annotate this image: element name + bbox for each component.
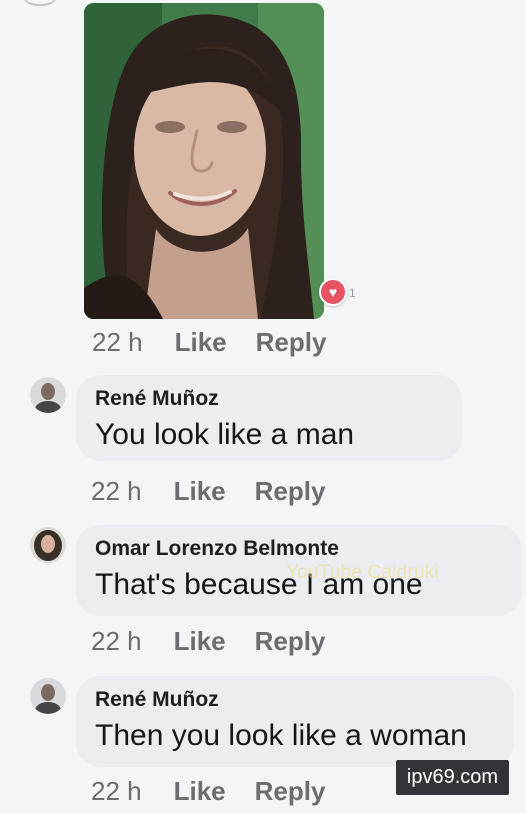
- comment-1: René Muñoz You look like a man: [30, 375, 462, 461]
- comment-2: Omar Lorenzo Belmonte That's because I a…: [30, 525, 522, 616]
- portrait-image: [84, 3, 324, 319]
- heart-icon: ♥: [319, 278, 347, 306]
- reply-button[interactable]: Reply: [256, 329, 327, 355]
- reply-button[interactable]: Reply: [255, 478, 326, 504]
- like-button[interactable]: Like: [174, 778, 226, 804]
- reaction-count: 1: [349, 286, 356, 300]
- avatar[interactable]: [30, 377, 66, 413]
- comment-2-actions: 22 h Like Reply: [91, 628, 354, 654]
- comment-photo[interactable]: [84, 3, 324, 319]
- comment-1-actions: 22 h Like Reply: [91, 478, 354, 504]
- comment-3-actions: 22 h Like Reply: [91, 778, 354, 804]
- like-button[interactable]: Like: [174, 628, 226, 654]
- photo-comment-actions: 22 h Like Reply: [92, 329, 355, 355]
- comment-text: Then you look like a woman: [95, 719, 467, 753]
- reply-button[interactable]: Reply: [255, 778, 326, 804]
- top-avatar-fragment: [18, 0, 62, 6]
- like-button[interactable]: Like: [174, 478, 226, 504]
- reply-button[interactable]: Reply: [255, 628, 326, 654]
- timestamp: 22 h: [91, 776, 142, 806]
- comment-bubble[interactable]: René Muñoz Then you look like a woman: [76, 676, 514, 767]
- timestamp: 22 h: [92, 327, 143, 357]
- youtube-watermark: YouTube Caidruki: [286, 562, 439, 583]
- avatar[interactable]: [30, 527, 66, 563]
- like-button[interactable]: Like: [175, 329, 227, 355]
- avatar[interactable]: [30, 678, 66, 714]
- comment-bubble[interactable]: René Muñoz You look like a man: [76, 375, 462, 461]
- comment-author[interactable]: René Muñoz: [95, 688, 496, 712]
- comment-3: René Muñoz Then you look like a woman: [30, 676, 514, 767]
- reaction-summary[interactable]: ♥ 1: [319, 278, 356, 306]
- timestamp: 22 h: [91, 626, 142, 656]
- comment-author[interactable]: René Muñoz: [95, 387, 444, 411]
- comment-author[interactable]: Omar Lorenzo Belmonte: [95, 537, 504, 561]
- site-watermark: ipv69.com: [396, 760, 509, 795]
- timestamp: 22 h: [91, 476, 142, 506]
- comment-text: You look like a man: [95, 418, 355, 452]
